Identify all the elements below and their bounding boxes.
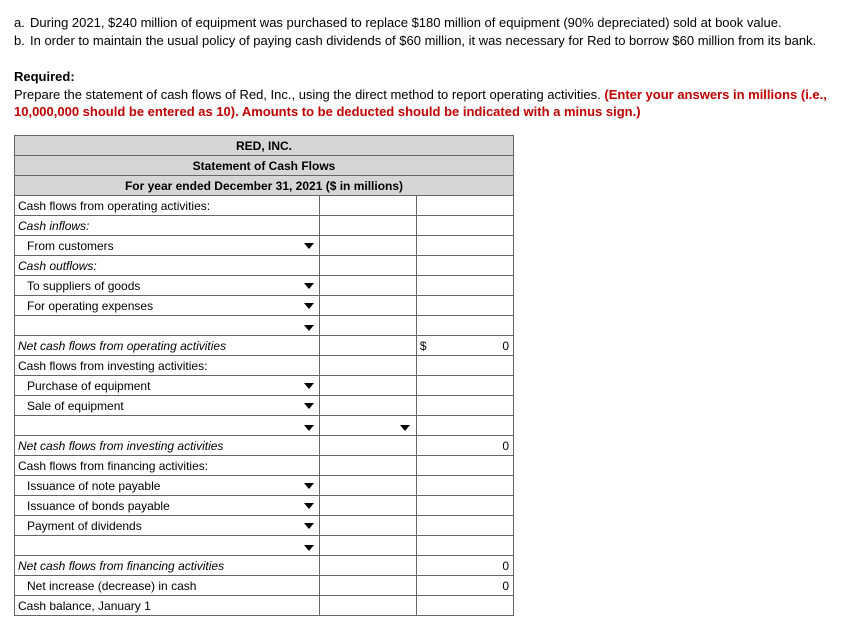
cell-input-dropdown[interactable]: [319, 416, 416, 436]
required-block: Required: Prepare the statement of cash …: [14, 68, 843, 121]
cell-input[interactable]: [416, 396, 513, 416]
chevron-down-icon: [304, 303, 314, 309]
cell-input[interactable]: [416, 476, 513, 496]
chevron-down-icon: [304, 403, 314, 409]
cell-input[interactable]: [319, 456, 416, 476]
row-pay-dividends[interactable]: Payment of dividends: [15, 516, 320, 536]
row-net-increase: Net increase (decrease) in cash: [15, 576, 320, 596]
intro-item-b: b. In order to maintain the usual policy…: [14, 32, 843, 50]
row-from-customers[interactable]: From customers: [15, 236, 320, 256]
chevron-down-icon: [304, 283, 314, 289]
cell-net-op-total: $0: [416, 336, 513, 356]
cell-input[interactable]: [319, 396, 416, 416]
row-bonds-payable-label: Issuance of bonds payable: [27, 499, 170, 513]
row-to-suppliers-label: To suppliers of goods: [27, 279, 140, 293]
cell-input[interactable]: [319, 216, 416, 236]
chevron-down-icon: [400, 425, 410, 431]
cell-input[interactable]: [319, 536, 416, 556]
table-header-company: RED, INC.: [15, 136, 514, 156]
chevron-down-icon: [304, 545, 314, 551]
cell-input[interactable]: [319, 236, 416, 256]
row-from-customers-label: From customers: [27, 239, 114, 253]
cell-input[interactable]: [319, 596, 416, 616]
cell-input[interactable]: [416, 496, 513, 516]
row-dropdown-blank[interactable]: [15, 536, 320, 556]
cell-input[interactable]: [319, 296, 416, 316]
chevron-down-icon: [304, 503, 314, 509]
cell-input[interactable]: [416, 276, 513, 296]
cell-input[interactable]: [319, 476, 416, 496]
cell-net-increase-total: 0: [416, 576, 513, 596]
cell-input[interactable]: [319, 576, 416, 596]
dollar-sign: $: [420, 339, 427, 353]
cell-input[interactable]: [416, 596, 513, 616]
row-bonds-payable[interactable]: Issuance of bonds payable: [15, 496, 320, 516]
chevron-down-icon: [304, 383, 314, 389]
cell-input[interactable]: [416, 416, 513, 436]
row-net-inv: Net cash flows from investing activities: [15, 436, 320, 456]
cell-input[interactable]: [416, 236, 513, 256]
chevron-down-icon: [304, 243, 314, 249]
chevron-down-icon: [304, 483, 314, 489]
cell-input[interactable]: [416, 376, 513, 396]
cell-input[interactable]: [416, 516, 513, 536]
row-for-opex-label: For operating expenses: [27, 299, 153, 313]
cell-input[interactable]: [319, 516, 416, 536]
chevron-down-icon: [304, 523, 314, 529]
row-inv-activities: Cash flows from investing activities:: [15, 356, 320, 376]
row-cash-inflows: Cash inflows:: [15, 216, 320, 236]
intro-item-a: a. During 2021, $240 million of equipmen…: [14, 14, 843, 32]
chevron-down-icon: [304, 325, 314, 331]
intro-a-letter: a.: [14, 14, 30, 32]
intro-a-text: During 2021, $240 million of equipment w…: [30, 14, 782, 32]
row-net-fin: Net cash flows from financing activities: [15, 556, 320, 576]
row-purchase-eq[interactable]: Purchase of equipment: [15, 376, 320, 396]
cell-net-inv-total: 0: [416, 436, 513, 456]
row-note-payable-label: Issuance of note payable: [27, 479, 160, 493]
cell-input[interactable]: [319, 336, 416, 356]
row-fin-activities: Cash flows from financing activities:: [15, 456, 320, 476]
cell-input[interactable]: [416, 196, 513, 216]
row-dropdown-blank[interactable]: [15, 416, 320, 436]
cell-input[interactable]: [319, 356, 416, 376]
row-dropdown-blank[interactable]: [15, 316, 320, 336]
cell-input[interactable]: [416, 216, 513, 236]
row-op-activities: Cash flows from operating activities:: [15, 196, 320, 216]
row-cash-outflows: Cash outflows:: [15, 256, 320, 276]
cell-input[interactable]: [416, 296, 513, 316]
intro-block: a. During 2021, $240 million of equipmen…: [14, 14, 843, 50]
table-header-period: For year ended December 31, 2021 ($ in m…: [15, 176, 514, 196]
cell-input[interactable]: [416, 356, 513, 376]
cell-input[interactable]: [319, 556, 416, 576]
row-to-suppliers[interactable]: To suppliers of goods: [15, 276, 320, 296]
intro-b-letter: b.: [14, 32, 30, 50]
cash-flow-table: RED, INC. Statement of Cash Flows For ye…: [14, 135, 514, 616]
cell-input[interactable]: [416, 256, 513, 276]
table-header-title: Statement of Cash Flows: [15, 156, 514, 176]
required-text: Prepare the statement of cash flows of R…: [14, 87, 604, 102]
cell-input[interactable]: [319, 376, 416, 396]
cell-input[interactable]: [319, 256, 416, 276]
zero-value: 0: [502, 339, 509, 353]
intro-b-text: In order to maintain the usual policy of…: [30, 32, 816, 50]
row-sale-eq-label: Sale of equipment: [27, 399, 124, 413]
cell-net-fin-total: 0: [416, 556, 513, 576]
row-cash-jan1: Cash balance, January 1: [15, 596, 320, 616]
cell-input[interactable]: [416, 316, 513, 336]
row-purchase-eq-label: Purchase of equipment: [27, 379, 150, 393]
chevron-down-icon: [304, 425, 314, 431]
cell-input[interactable]: [319, 196, 416, 216]
cell-input[interactable]: [416, 536, 513, 556]
cell-input[interactable]: [319, 436, 416, 456]
required-label: Required:: [14, 68, 843, 86]
row-note-payable[interactable]: Issuance of note payable: [15, 476, 320, 496]
cell-input[interactable]: [319, 496, 416, 516]
cell-input[interactable]: [319, 276, 416, 296]
row-sale-eq[interactable]: Sale of equipment: [15, 396, 320, 416]
row-pay-dividends-label: Payment of dividends: [27, 519, 142, 533]
row-for-opex[interactable]: For operating expenses: [15, 296, 320, 316]
row-net-op: Net cash flows from operating activities: [15, 336, 320, 356]
cell-input[interactable]: [416, 456, 513, 476]
cell-input[interactable]: [319, 316, 416, 336]
